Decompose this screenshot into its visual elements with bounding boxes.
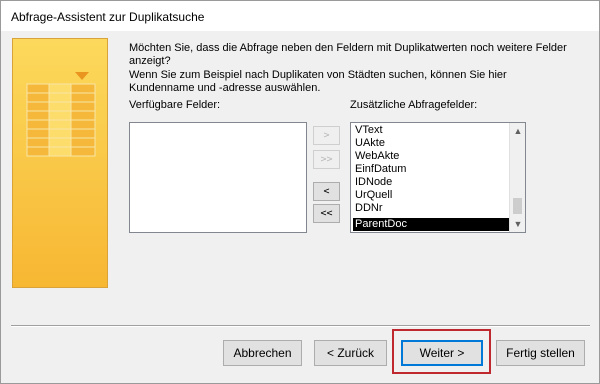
back-button[interactable]: < Zurück: [314, 340, 387, 366]
instruction-line-3: Wenn Sie zum Beispiel nach Duplikaten vo…: [129, 69, 507, 81]
list-item-selected[interactable]: ParentDoc: [353, 218, 509, 231]
additional-fields-list[interactable]: VText UAkte WebAkte EinfDatum IDNode UrQ…: [350, 122, 526, 233]
remove-all-fields-button[interactable]: <<: [313, 204, 340, 223]
add-field-button[interactable]: >: [313, 126, 340, 145]
instruction-line-2: anzeigt?: [129, 55, 171, 67]
list-item[interactable]: VText: [353, 124, 509, 137]
instruction-line-4: Kundenname und -adresse auswählen.: [129, 82, 321, 94]
list-item[interactable]: EinfDatum: [353, 163, 509, 176]
available-fields-list[interactable]: [129, 122, 307, 233]
table-illustration-icon: [26, 72, 96, 157]
additional-fields-label: Zusätzliche Abfragefelder:: [350, 99, 478, 111]
list-item[interactable]: WebAkte: [353, 150, 509, 163]
scroll-thumb[interactable]: [513, 198, 522, 214]
wizard-dialog: Abfrage-Assistent zur Duplikatsuche Möch…: [0, 0, 600, 384]
wizard-illustration: [12, 38, 108, 288]
title-bar: Abfrage-Assistent zur Duplikatsuche: [1, 1, 599, 31]
add-all-fields-button[interactable]: >>: [313, 150, 340, 169]
cancel-button[interactable]: Abbrechen: [223, 340, 302, 366]
next-button-highlight: [392, 329, 491, 374]
available-fields-label: Verfügbare Felder:: [129, 99, 221, 111]
list-item[interactable]: UAkte: [353, 137, 509, 150]
footer-divider: [11, 325, 590, 327]
scroll-down-icon[interactable]: ▼: [510, 216, 525, 232]
list-item[interactable]: IDNode: [353, 176, 509, 189]
list-item[interactable]: DDNr: [353, 202, 509, 215]
scroll-up-icon[interactable]: ▲: [510, 123, 525, 139]
list-item[interactable]: UrQuell: [353, 189, 509, 202]
remove-field-button[interactable]: <: [313, 182, 340, 201]
vertical-scrollbar[interactable]: ▲ ▼: [509, 123, 525, 232]
instruction-line-1: Möchten Sie, dass die Abfrage neben den …: [129, 42, 567, 54]
finish-button[interactable]: Fertig stellen: [496, 340, 585, 366]
window-title: Abfrage-Assistent zur Duplikatsuche: [11, 10, 205, 24]
